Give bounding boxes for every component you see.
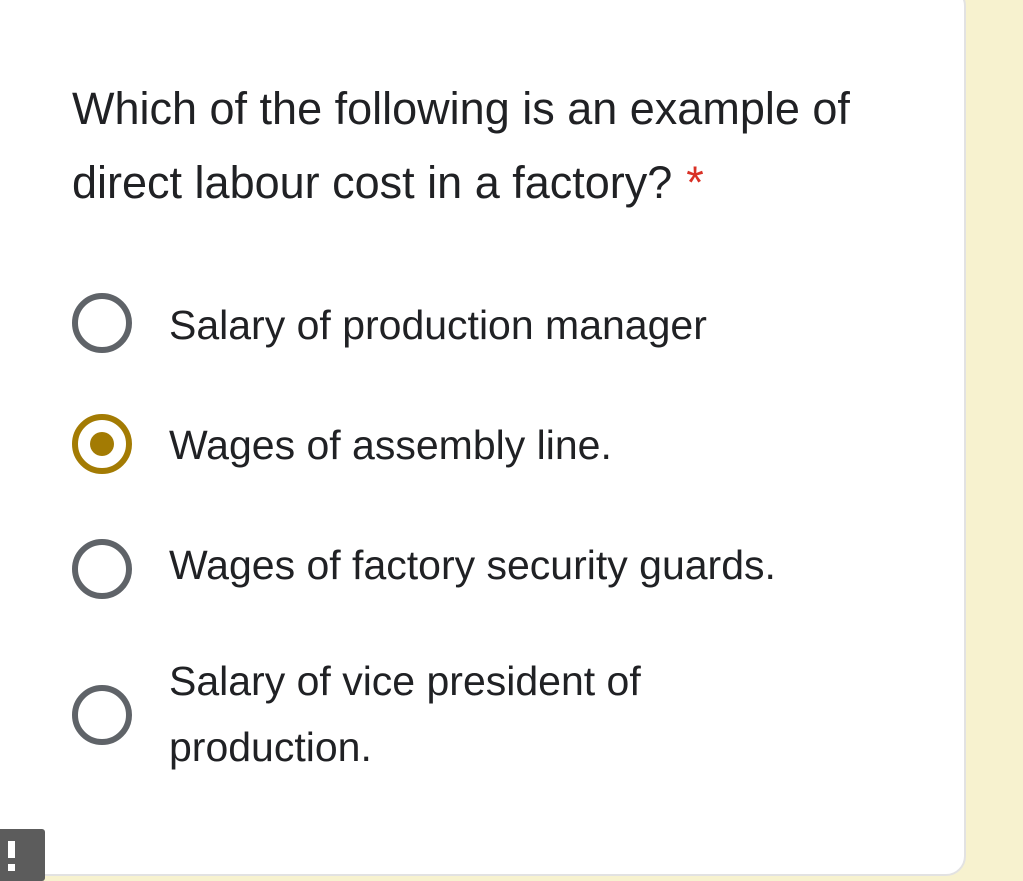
exclamation-icon[interactable] [0,829,45,881]
exclamation-point [8,864,15,871]
option-label: Wages of assembly line. [169,422,612,468]
radio-button-unchecked[interactable] [72,685,132,745]
exclamation-bar [8,841,15,858]
required-asterisk: * [686,157,704,208]
option-salary-production-manager[interactable]: Salary of production manager [72,292,832,358]
radio-selected-dot [90,432,114,456]
radio-button-unchecked[interactable] [72,293,132,353]
option-label: Salary of vice president of production. [169,658,641,770]
radio-button-checked[interactable] [72,414,132,474]
option-wages-assembly-line[interactable]: Wages of assembly line. [72,412,832,478]
option-wages-security-guards[interactable]: Wages of factory security guards. [72,532,832,599]
option-salary-vice-president[interactable]: Salary of vice president of production. [72,648,832,780]
radio-button-unchecked[interactable] [72,539,132,599]
option-label: Salary of production manager [169,302,707,348]
option-label: Wages of factory security guards. [169,542,776,588]
question-text: Which of the following is an example of … [72,83,850,208]
question-title: Which of the following is an example of … [72,72,912,220]
